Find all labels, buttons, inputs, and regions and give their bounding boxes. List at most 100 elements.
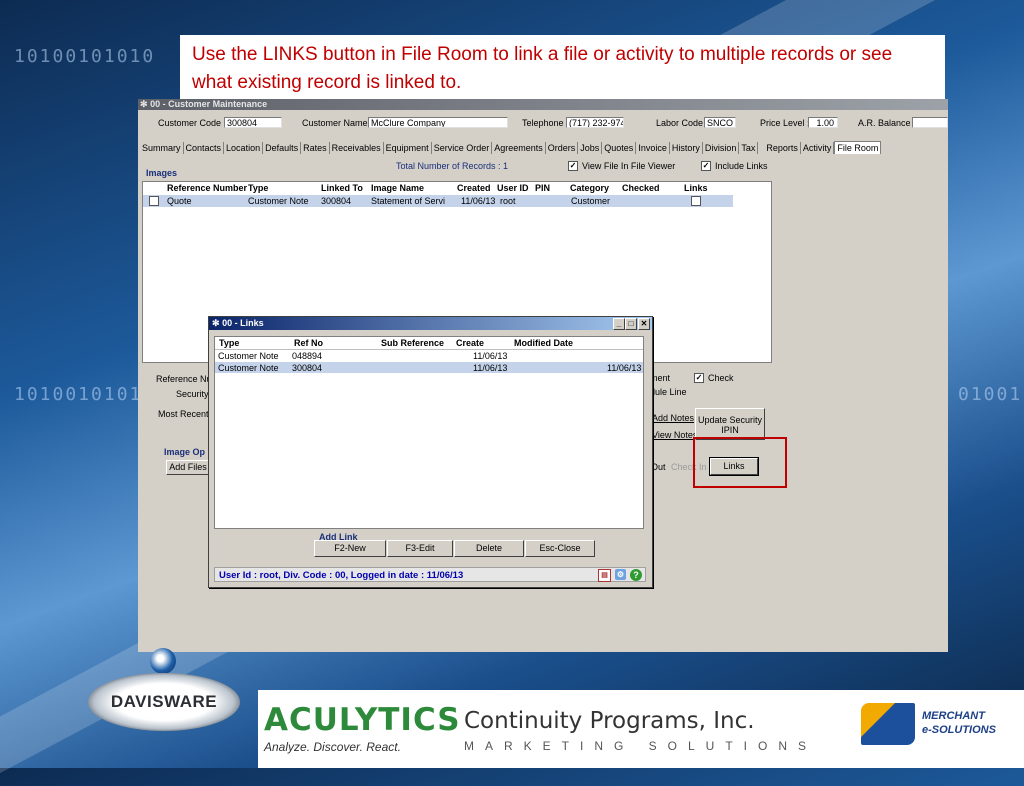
links-status-bar: User Id : root, Div. Code : 00, Logged i… bbox=[214, 567, 646, 582]
tools-icon[interactable]: ⚙ bbox=[615, 569, 626, 580]
partner-logo-strip: ACULYTICS Analyze. Discover. React. Cont… bbox=[258, 690, 1024, 768]
col-ref-no: Ref No bbox=[294, 338, 323, 348]
tab-division[interactable]: Division bbox=[703, 142, 740, 154]
esolutions-logo-text: e-SOLUTIONS bbox=[922, 724, 996, 736]
report-icon[interactable]: ▤ bbox=[598, 569, 611, 582]
ar-balance-field[interactable] bbox=[912, 117, 948, 128]
images-grid-header: Reference Number Type Linked To Image Na… bbox=[143, 182, 771, 194]
col-checked: Checked bbox=[622, 183, 660, 193]
price-level-label: Price Level : bbox=[760, 118, 810, 128]
add-notes-link[interactable]: Add Notes bbox=[652, 413, 694, 423]
table-row[interactable]: Quote Customer Note 300804 Statement of … bbox=[143, 195, 733, 207]
out-label: Out bbox=[651, 462, 666, 472]
window-titlebar: ✻ 00 - Customer Maintenance bbox=[138, 99, 948, 110]
esc-close-button[interactable]: Esc-Close bbox=[525, 540, 595, 557]
update-security-button[interactable]: Update Security IPIN bbox=[695, 408, 765, 440]
cell-ref-no: 300804 bbox=[292, 363, 323, 373]
col-create: Create bbox=[456, 338, 485, 348]
ipin-label: IPIN bbox=[721, 425, 739, 435]
cell-created: 11/06/13 bbox=[461, 196, 496, 206]
tab-agreements[interactable]: Agreements bbox=[492, 142, 546, 154]
price-level-field[interactable]: 1.00 bbox=[808, 117, 838, 128]
f3-edit-button[interactable]: F3-Edit bbox=[387, 540, 453, 557]
tab-receivables[interactable]: Receivables bbox=[330, 142, 384, 154]
tab-jobs[interactable]: Jobs bbox=[578, 142, 603, 154]
ment-label: ment bbox=[650, 373, 671, 383]
close-icon[interactable]: ✕ bbox=[638, 318, 650, 330]
help-icon[interactable]: ? bbox=[630, 569, 642, 581]
links-button-highlight bbox=[693, 437, 787, 488]
col-sub-reference: Sub Reference bbox=[381, 338, 445, 348]
telephone-field[interactable]: (717) 232-9743 bbox=[566, 117, 624, 128]
col-pin: PIN bbox=[535, 183, 551, 193]
continuity-subtitle: MARKETING SOLUTIONS bbox=[464, 739, 818, 753]
links-dialog: ✻ 00 - Links _ □ ✕ Type Ref No Sub Refer… bbox=[208, 316, 653, 588]
tab-location[interactable]: Location bbox=[224, 142, 264, 154]
row-select-checkbox[interactable] bbox=[149, 196, 159, 206]
cell-create: 11/06/13 bbox=[473, 351, 508, 361]
cell-type: Customer Note bbox=[248, 196, 309, 206]
col-modified-date: Modified Date bbox=[514, 338, 574, 348]
customer-code-field[interactable]: 300804 bbox=[224, 117, 282, 128]
davisware-logo: DAVISWARE bbox=[88, 673, 240, 731]
view-in-viewer-checkbox[interactable] bbox=[568, 161, 578, 171]
tab-defaults[interactable]: Defaults bbox=[263, 142, 302, 154]
f2-new-button[interactable]: F2-New bbox=[314, 540, 386, 557]
merchant-logo-text: MERCHANT bbox=[922, 710, 985, 722]
tab-service-order[interactable]: Service Order bbox=[432, 142, 493, 154]
minimize-icon[interactable]: _ bbox=[613, 318, 625, 330]
check-checkbox[interactable] bbox=[694, 373, 704, 383]
links-grid: Type Ref No Sub Reference Create Modifie… bbox=[214, 336, 644, 529]
links-grid-header: Type Ref No Sub Reference Create Modifie… bbox=[215, 337, 643, 350]
labor-code-field[interactable]: SNCO bbox=[704, 117, 736, 128]
col-created: Created bbox=[457, 183, 491, 193]
telephone-label: Telephone : bbox=[522, 118, 569, 128]
tab-quotes[interactable]: Quotes bbox=[602, 142, 637, 154]
view-notes-link[interactable]: View Notes bbox=[652, 430, 697, 440]
cell-create: 11/06/13 bbox=[473, 363, 508, 373]
davisware-logo-text: DAVISWARE bbox=[110, 692, 218, 711]
include-links-label: Include Links bbox=[715, 161, 768, 171]
cell-linked-to: 300804 bbox=[321, 196, 352, 206]
customer-code-label: Customer Code : bbox=[158, 118, 227, 128]
background-binary-text: 10100101010 bbox=[14, 46, 156, 67]
continuity-logo: Continuity Programs, Inc. bbox=[464, 708, 755, 734]
include-links-checkbox[interactable] bbox=[701, 161, 711, 171]
tab-invoice[interactable]: Invoice bbox=[636, 142, 670, 154]
tab-history[interactable]: History bbox=[670, 142, 703, 154]
tab-file-room[interactable]: File Room bbox=[834, 141, 882, 154]
delete-button[interactable]: Delete bbox=[454, 540, 524, 557]
tab-equipment[interactable]: Equipment bbox=[384, 142, 432, 154]
ar-balance-label: A.R. Balance : bbox=[858, 118, 916, 128]
customer-name-field[interactable]: McClure Company bbox=[368, 117, 508, 128]
col-category: Category bbox=[570, 183, 610, 193]
dule-line-label: dule Line bbox=[650, 387, 687, 397]
tab-tax[interactable]: Tax bbox=[739, 142, 759, 154]
cell-link-type: Customer Note bbox=[218, 363, 279, 373]
tab-summary[interactable]: Summary bbox=[140, 142, 184, 154]
tab-rates[interactable]: Rates bbox=[301, 142, 330, 154]
app-icon: ✻ bbox=[140, 99, 148, 109]
davisware-logo-drop bbox=[150, 648, 176, 674]
table-row[interactable]: Customer Note 300804 11/06/13 11/06/13 bbox=[215, 362, 643, 373]
col-type: Type bbox=[248, 183, 269, 193]
col-linked-to: Linked To bbox=[321, 183, 363, 193]
add-files-button[interactable]: Add Files bbox=[166, 460, 210, 475]
cell-reference: Quote bbox=[167, 196, 192, 206]
update-security-label: Update Security bbox=[697, 415, 763, 425]
merchant-esolutions-emblem bbox=[861, 703, 915, 745]
tab-contacts[interactable]: Contacts bbox=[184, 142, 225, 154]
security-label: Security bbox=[176, 389, 209, 399]
background-binary-text: 1010010101 bbox=[14, 384, 143, 405]
check-label: Check bbox=[708, 373, 734, 383]
cell-user: root bbox=[500, 196, 516, 206]
cell-link-type: Customer Note bbox=[218, 351, 279, 361]
maximize-icon[interactable]: □ bbox=[625, 318, 637, 330]
table-row[interactable]: Customer Note 048894 11/06/13 bbox=[215, 350, 643, 361]
links-checkbox[interactable] bbox=[691, 196, 701, 206]
tab-orders[interactable]: Orders bbox=[546, 142, 579, 154]
col-user-id: User ID bbox=[497, 183, 529, 193]
tab-activity[interactable]: Activity bbox=[801, 142, 835, 154]
col-link-type: Type bbox=[219, 338, 240, 348]
tab-reports[interactable]: Reports bbox=[764, 142, 801, 154]
